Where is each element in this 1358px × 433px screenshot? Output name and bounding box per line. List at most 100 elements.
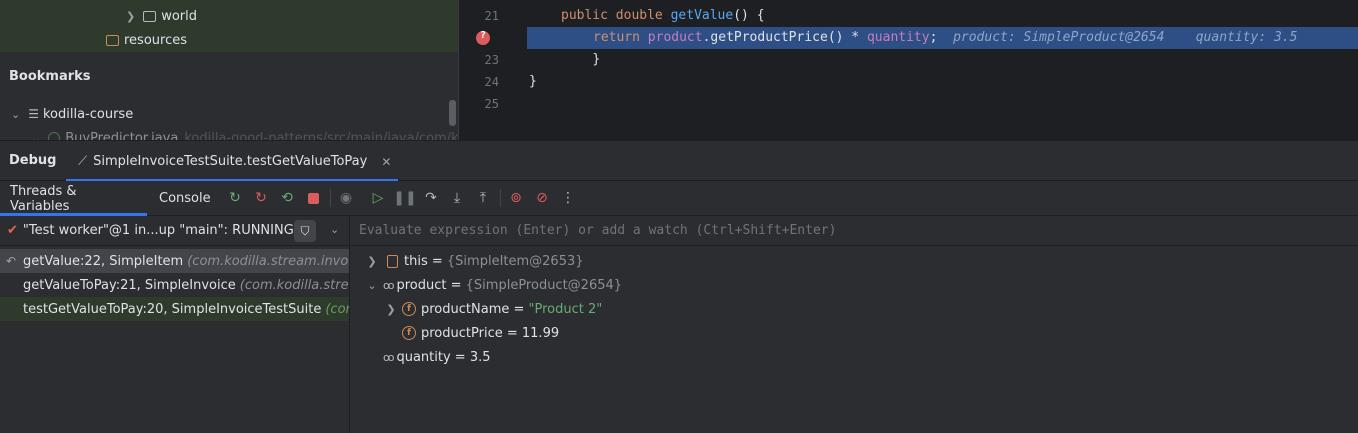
frame-package: (com	[325, 301, 349, 317]
bookmark-file-label: BuyPredictor.java	[65, 130, 179, 141]
chevron-down-icon[interactable]: ⌄	[31, 132, 40, 141]
var-equals: =	[502, 325, 522, 341]
bookmark-list-icon: ☰	[28, 107, 39, 121]
chevron-down-icon[interactable]: ⌄	[11, 108, 20, 121]
code-text: ;	[929, 30, 938, 45]
mute-breakpoints-icon[interactable]: ⊘	[533, 189, 551, 207]
var-value: 3.5	[469, 349, 491, 365]
rerun-failed-icon[interactable]: ↻	[252, 189, 270, 207]
keyword: public	[561, 8, 608, 23]
scrollbar-thumb[interactable]	[449, 100, 456, 126]
var-equals: =	[427, 253, 447, 269]
line-number: 25	[484, 97, 499, 111]
step-into-icon[interactable]: ⤓	[448, 189, 466, 207]
variable-product[interactable]: ⌄ oo product = {SimpleProduct@2654}	[365, 273, 622, 297]
line-number: 21	[484, 9, 499, 23]
chevron-down-icon[interactable]: ⌄	[330, 223, 339, 236]
evaluate-expression-input[interactable]: Evaluate expression (Enter) or add a wat…	[351, 216, 1358, 246]
inline-value-hint: product: SimpleProduct@2654	[953, 30, 1165, 45]
thread-label: "Test worker"@1 in...up "main": RUNNING	[22, 223, 294, 238]
var-name: product	[396, 277, 447, 293]
view-breakpoints-icon[interactable]: ⊚	[507, 189, 525, 207]
checkmark-icon: ✔	[7, 223, 18, 238]
method-name: getValue	[670, 8, 734, 23]
variable-quantity[interactable]: oo quantity = 3.5	[383, 345, 491, 369]
thread-selector[interactable]: ✔ "Test worker"@1 in...up "main": RUNNIN…	[0, 216, 349, 246]
variable-productPrice[interactable]: f productPrice = 11.99	[402, 321, 559, 345]
debug-tool-window-header: Debug ⟋ SimpleInvoiceTestSuite.testGetVa…	[0, 140, 1358, 182]
field-ref: product	[647, 30, 703, 45]
close-icon[interactable]: ✕	[381, 155, 391, 169]
field-icon: f	[402, 326, 416, 340]
stack-frame[interactable]: testGetValueToPay:20, SimpleInvoiceTestS…	[0, 297, 349, 321]
code-editor[interactable]: 21 22 23 24 25 public double getValue() …	[458, 0, 1358, 140]
rerun-icon[interactable]: ↻	[226, 189, 244, 207]
variable-productName[interactable]: ❯ f productName = "Product 2"	[384, 297, 602, 321]
bookmarks-title: Bookmarks	[9, 69, 91, 84]
code-text: .getProductPrice() *	[702, 30, 867, 45]
chevron-right-icon[interactable]: ❯	[384, 303, 398, 316]
tree-item-label: world	[161, 8, 198, 24]
line-number: 22	[459, 31, 499, 45]
bookmark-group-kodilla-course[interactable]: ⌄ ☰ kodilla-course	[11, 102, 133, 126]
frames-panel: ✔ "Test worker"@1 in...up "main": RUNNIN…	[0, 216, 350, 433]
chevron-right-icon[interactable]: ❯	[365, 255, 379, 268]
frame-method: getValueToPay:21, SimpleInvoice	[23, 277, 236, 293]
chevron-right-icon[interactable]: ❯	[126, 10, 135, 23]
inline-value-hint: quantity: 3.5	[1195, 30, 1298, 45]
frame-method: getValue:22, SimpleItem	[23, 253, 184, 269]
object-icon	[387, 254, 398, 268]
var-equals: =	[446, 277, 466, 293]
stop-icon[interactable]	[304, 189, 322, 207]
eval-placeholder: Evaluate expression (Enter) or add a wat…	[359, 223, 837, 238]
var-name: this	[404, 253, 428, 269]
variables-panel: Evaluate expression (Enter) or add a wat…	[351, 216, 1358, 433]
filter-icon[interactable]: ⛉	[294, 220, 316, 242]
tab-console[interactable]: Console	[149, 181, 221, 216]
resources-folder-icon	[106, 34, 119, 46]
tree-item-resources[interactable]: resources	[106, 28, 187, 52]
var-name: productPrice	[421, 325, 503, 341]
bookmark-file-path: kodilla-good-patterns/src/main/java/com/…	[184, 130, 458, 141]
code-text: }	[529, 74, 537, 89]
resume-icon[interactable]: ▷	[369, 189, 387, 207]
frame-method: testGetValueToPay:20, SimpleInvoiceTestS…	[23, 301, 322, 317]
var-value: {SimpleItem@2653}	[446, 253, 584, 269]
keyword: return	[593, 30, 640, 45]
code-line-22: return product.getProductPrice() * quant…	[593, 30, 1297, 45]
tab-debug-session[interactable]: ⟋ SimpleInvoiceTestSuite.testGetValueToP…	[66, 141, 398, 182]
tree-item-world[interactable]: ❯ world	[126, 4, 197, 28]
code-text: }	[592, 52, 601, 67]
line-number: 23	[484, 53, 499, 67]
chevron-down-icon[interactable]: ⌄	[365, 279, 379, 292]
stack-frame[interactable]: getValueToPay:21, SimpleInvoice (com.kodi…	[0, 273, 349, 297]
tab-label: Threads & Variables	[10, 183, 77, 214]
restart-icon[interactable]: ⟲	[278, 189, 296, 207]
frame-package: (com.kodilla.stream	[239, 277, 349, 293]
keyword: double	[615, 8, 663, 23]
bookmark-item-buypredictor[interactable]: ⌄ BuyPredictor.java kodilla-good-pattern…	[31, 126, 458, 140]
step-over-icon[interactable]: ↷	[422, 189, 440, 207]
tab-label: Console	[159, 191, 211, 206]
variable-this[interactable]: ❯ this = {SimpleItem@2653}	[365, 249, 584, 273]
watch-glasses-icon: oo	[383, 278, 395, 292]
debug-toolbar: Threads & Variables Console ↻ ↻ ⟲ ◉ ▷ ❚❚…	[0, 181, 1358, 216]
field-icon: f	[402, 302, 416, 316]
var-value: "Product 2"	[528, 301, 603, 317]
debug-title: Debug	[9, 153, 57, 168]
code-line-21: public double getValue() {	[561, 8, 765, 23]
more-options-icon[interactable]: ⋮	[559, 189, 577, 207]
folder-icon	[143, 10, 157, 22]
eye-icon[interactable]: ◉	[337, 189, 355, 207]
step-out-icon[interactable]: ⤒	[474, 189, 492, 207]
toolbar-divider	[500, 189, 501, 207]
var-name: quantity	[396, 349, 451, 365]
code-line-24: }	[529, 74, 537, 89]
stack-frame[interactable]: ↶ getValue:22, SimpleItem (com.kodilla.st…	[0, 249, 349, 273]
var-value: {SimpleProduct@2654}	[465, 277, 623, 293]
pause-icon[interactable]: ❚❚	[393, 189, 416, 207]
var-value: 11.99	[521, 325, 560, 341]
tab-threads-variables[interactable]: Threads & Variables	[0, 181, 147, 216]
toolbar-divider	[330, 189, 331, 207]
bookmark-label: kodilla-course	[42, 106, 134, 122]
